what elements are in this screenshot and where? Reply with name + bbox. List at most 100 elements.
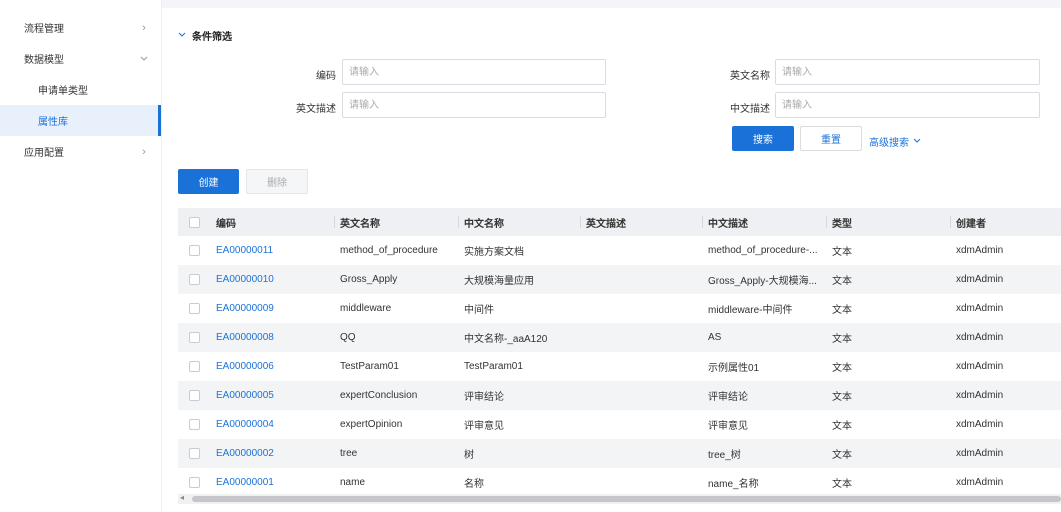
sidebar-item-data-model[interactable]: 数据模型 <box>0 43 161 74</box>
chevron-right-icon: › <box>142 21 146 34</box>
row-checkbox[interactable] <box>188 390 200 401</box>
row-checkbox[interactable] <box>188 303 200 314</box>
filter-section-toggle[interactable]: 条件筛选 <box>178 28 232 43</box>
row-checkbox-cell <box>178 294 210 323</box>
table-row[interactable]: EA00000001 name 名称 name_名称 文本 xdmAdmin <box>178 468 1061 497</box>
table-row[interactable]: EA00000008 QQ 中文名称-_aaA120 AS 文本 xdmAdmin <box>178 323 1061 352</box>
sidebar-item-label: 数据模型 <box>24 55 64 66</box>
table-row[interactable]: EA00000005 expertConclusion 评审结论 评审结论 文本 xdmA… <box>178 381 1061 410</box>
table-row[interactable]: EA00000002 tree 树 tree_树 文本 xdmAdmin <box>178 439 1061 468</box>
cell-type: 文本 <box>832 305 852 316</box>
sidebar-item-process-management[interactable]: 流程管理 › <box>0 12 161 43</box>
cell-cn-desc: 评审结论 <box>708 392 748 403</box>
table-row[interactable]: EA00000009 middleware 中间件 middleware-中间件 文本 x… <box>178 294 1061 323</box>
sidebar-item-label: 申请单类型 <box>38 86 88 97</box>
row-checkbox-cell <box>178 236 210 265</box>
column-header-type[interactable]: 类型 <box>826 208 950 236</box>
advanced-search-link[interactable]: 高级搜索 <box>869 134 921 149</box>
select-all-checkbox[interactable] <box>188 216 200 228</box>
search-button[interactable]: 搜索 <box>732 126 794 151</box>
cell-cn-name: 评审结论 <box>464 392 504 403</box>
sidebar-item-label: 属性库 <box>38 117 68 128</box>
cell-en-desc <box>580 323 702 352</box>
cell-type: 文本 <box>832 363 852 374</box>
cell-cn-desc: tree_树 <box>708 450 741 461</box>
chevron-down-icon <box>178 30 186 41</box>
delete-button[interactable]: 删除 <box>246 169 308 194</box>
cell-code-link[interactable]: EA00000009 <box>210 294 334 323</box>
cell-type: 文本 <box>832 450 852 461</box>
cell-cn-desc: 评审意见 <box>708 421 748 432</box>
cell-en-name: expertOpinion <box>340 419 403 430</box>
scrollbar-thumb[interactable] <box>192 496 1061 502</box>
cell-code-link[interactable]: EA00000002 <box>210 439 334 468</box>
row-checkbox-cell <box>178 265 210 294</box>
cell-cn-name: 大规模海量应用 <box>464 276 534 287</box>
column-header-en-name[interactable]: 英文名称 <box>334 208 458 236</box>
row-checkbox-cell <box>178 323 210 352</box>
en-desc-input[interactable] <box>342 92 606 118</box>
table-body: EA00000011 method_of_procedure 实施方案文档 metho… <box>178 236 1061 497</box>
cell-code-link[interactable]: EA00000006 <box>210 352 334 381</box>
column-header-cn-name[interactable]: 中文名称 <box>458 208 580 236</box>
cell-type: 文本 <box>832 247 852 258</box>
row-checkbox[interactable] <box>188 274 200 285</box>
cell-code-link[interactable]: EA00000004 <box>210 410 334 439</box>
cell-en-desc <box>580 381 702 410</box>
table-header-row: 编码 英文名称 中文名称 英文描述 中文描述 类型 创建者 <box>178 208 1061 236</box>
cell-cn-name: 评审意见 <box>464 421 504 432</box>
cell-creator: xdmAdmin <box>956 361 1004 372</box>
cell-creator: xdmAdmin <box>956 274 1004 285</box>
table-row[interactable]: EA00000011 method_of_procedure 实施方案文档 metho… <box>178 236 1061 265</box>
en-name-label: 英文名称 <box>730 71 770 82</box>
column-header-creator[interactable]: 创建者 <box>950 208 1061 236</box>
cell-code-link[interactable]: EA00000008 <box>210 323 334 352</box>
scroll-left-icon[interactable]: ◂ <box>180 493 184 502</box>
sidebar-item-attribute-library[interactable]: 属性库 <box>0 105 161 136</box>
row-checkbox[interactable] <box>188 448 200 459</box>
row-checkbox-cell <box>178 410 210 439</box>
cell-code-link[interactable]: EA00000011 <box>210 236 334 265</box>
cell-code-link[interactable]: EA00000005 <box>210 381 334 410</box>
row-checkbox[interactable] <box>188 361 200 372</box>
horizontal-scrollbar[interactable]: ◂ <box>178 493 1061 504</box>
filter-title: 条件筛选 <box>192 32 232 43</box>
cell-cn-name: 中文名称-_aaA120 <box>464 334 548 345</box>
column-header-code[interactable]: 编码 <box>210 208 334 236</box>
cell-code-link[interactable]: EA00000001 <box>210 468 334 497</box>
cell-en-name: tree <box>340 448 358 459</box>
row-checkbox[interactable] <box>188 332 200 343</box>
main-panel: 条件筛选 编码 英文名称 英文描述 中文描述 搜索 重置 高级搜索 创建 删除 … <box>162 8 1061 512</box>
table-row[interactable]: EA00000006 TestParam01 TestParam01 示例属性01 文本… <box>178 352 1061 381</box>
cn-desc-label: 中文描述 <box>730 104 770 115</box>
cell-cn-desc: name_名称 <box>708 479 759 490</box>
table-row[interactable]: EA00000004 expertOpinion 评审意见 评审意见 文本 xdmAdmi… <box>178 410 1061 439</box>
chevron-down-icon <box>913 136 921 147</box>
cn-desc-input[interactable] <box>775 92 1040 118</box>
sidebar-item-application-form-type[interactable]: 申请单类型 <box>0 74 161 105</box>
cell-cn-name: TestParam01 <box>464 361 523 372</box>
cell-cn-desc: Gross_Apply-大规模海... <box>708 276 817 287</box>
chevron-right-icon: › <box>142 145 146 158</box>
advanced-search-label: 高级搜索 <box>869 138 909 149</box>
reset-button[interactable]: 重置 <box>800 126 862 151</box>
cell-cn-desc: AS <box>708 332 722 343</box>
create-button[interactable]: 创建 <box>178 169 239 194</box>
column-header-en-desc[interactable]: 英文描述 <box>580 208 702 236</box>
code-input[interactable] <box>342 59 606 85</box>
cell-en-name: Gross_Apply <box>340 274 398 285</box>
sidebar-item-app-config[interactable]: 应用配置 › <box>0 136 161 167</box>
cell-type: 文本 <box>832 421 852 432</box>
cell-en-name: QQ <box>340 332 356 343</box>
attribute-table: 编码 英文名称 中文名称 英文描述 中文描述 类型 创建者 EA00000011… <box>178 208 1061 497</box>
row-checkbox[interactable] <box>188 245 200 256</box>
code-label: 编码 <box>316 71 336 82</box>
cell-type: 文本 <box>832 334 852 345</box>
cell-code-link[interactable]: EA00000010 <box>210 265 334 294</box>
row-checkbox-cell <box>178 352 210 381</box>
en-name-input[interactable] <box>775 59 1040 85</box>
row-checkbox[interactable] <box>188 477 200 488</box>
table-row[interactable]: EA00000010 Gross_Apply 大规模海量应用 Gross_Apply-… <box>178 265 1061 294</box>
column-header-cn-desc[interactable]: 中文描述 <box>702 208 826 236</box>
row-checkbox[interactable] <box>188 419 200 430</box>
